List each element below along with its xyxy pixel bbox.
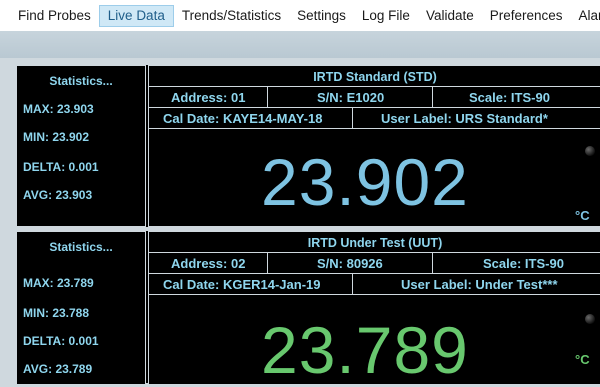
probe-cal-row: Cal Date: KGER14-Jan-19 User Label: Unde… bbox=[149, 273, 600, 294]
status-indicator-icon bbox=[585, 314, 595, 324]
probe-serial: S/N: 80926 bbox=[317, 255, 383, 271]
menu-live-data[interactable]: Live Data bbox=[98, 4, 174, 27]
divider bbox=[352, 108, 353, 128]
temperature-reading: 23.789 bbox=[261, 313, 469, 387]
statistics-box: Statistics... MAX: 23.789 MIN: 23.788 DE… bbox=[16, 231, 146, 384]
probe-panel-std: Statistics... MAX: 23.903 MIN: 23.902 DE… bbox=[16, 65, 600, 227]
stat-max: MAX: 23.789 bbox=[23, 276, 94, 290]
menu-alarms[interactable]: Alarms bbox=[571, 5, 600, 27]
stat-min: MIN: 23.902 bbox=[23, 130, 90, 144]
probe-cal-date: Cal Date: KAYE14-MAY-18 bbox=[163, 110, 323, 126]
statistics-link[interactable]: Statistics... bbox=[17, 74, 145, 88]
live-data-content: Statistics... MAX: 23.903 MIN: 23.902 DE… bbox=[0, 58, 600, 384]
statistics-box: Statistics... MAX: 23.903 MIN: 23.902 DE… bbox=[16, 65, 146, 227]
probe-info-row: Address: 02 S/N: 80926 Scale: ITS-90 bbox=[149, 252, 600, 273]
divider bbox=[432, 87, 433, 107]
toolbar-strip bbox=[0, 31, 600, 59]
divider bbox=[149, 128, 600, 129]
status-indicator-icon bbox=[585, 146, 595, 156]
divider bbox=[149, 294, 600, 295]
menu-bar: Find Probes Live Data Trends/Statistics … bbox=[0, 0, 600, 32]
stat-avg: AVG: 23.903 bbox=[23, 188, 93, 202]
menu-trends-statistics[interactable]: Trends/Statistics bbox=[174, 5, 289, 27]
divider bbox=[432, 253, 433, 273]
probe-title: IRTD Standard (STD) bbox=[313, 70, 437, 84]
divider bbox=[352, 274, 353, 294]
menu-settings[interactable]: Settings bbox=[289, 5, 354, 27]
menu-preferences[interactable]: Preferences bbox=[482, 5, 571, 27]
menu-find-probes[interactable]: Find Probes bbox=[10, 5, 99, 27]
menu-validate[interactable]: Validate bbox=[418, 5, 482, 27]
probe-scale: Scale: ITS-90 bbox=[469, 89, 550, 105]
probe-display: IRTD Standard (STD) Address: 01 S/N: E10… bbox=[148, 65, 600, 227]
probe-address: Address: 01 bbox=[171, 89, 246, 105]
probe-user-label: User Label: URS Standard* bbox=[381, 110, 548, 126]
probe-scale: Scale: ITS-90 bbox=[483, 255, 564, 271]
stat-avg: AVG: 23.789 bbox=[23, 362, 93, 376]
divider bbox=[267, 87, 268, 107]
temperature-unit: °C bbox=[575, 208, 590, 223]
divider bbox=[267, 253, 268, 273]
stat-delta: DELTA: 0.001 bbox=[23, 334, 99, 348]
probe-panel-uut: Statistics... MAX: 23.789 MIN: 23.788 DE… bbox=[16, 231, 600, 384]
stat-min: MIN: 23.788 bbox=[23, 306, 90, 320]
temperature-reading: 23.902 bbox=[261, 145, 469, 219]
probe-info-row: Address: 01 S/N: E1020 Scale: ITS-90 bbox=[149, 86, 600, 107]
menu-log-file[interactable]: Log File bbox=[354, 5, 418, 27]
temperature-unit: °C bbox=[575, 352, 590, 367]
stat-delta: DELTA: 0.001 bbox=[23, 160, 99, 174]
probe-cal-row: Cal Date: KAYE14-MAY-18 User Label: URS … bbox=[149, 107, 600, 128]
probe-title: IRTD Under Test (UUT) bbox=[307, 236, 443, 250]
probe-display: IRTD Under Test (UUT) Address: 02 S/N: 8… bbox=[148, 231, 600, 384]
probe-user-label: User Label: Under Test*** bbox=[401, 276, 558, 292]
probe-serial: S/N: E1020 bbox=[317, 89, 385, 105]
probe-cal-date: Cal Date: KGER14-Jan-19 bbox=[163, 276, 321, 292]
probe-address: Address: 02 bbox=[171, 255, 246, 271]
statistics-link[interactable]: Statistics... bbox=[17, 240, 145, 254]
stat-max: MAX: 23.903 bbox=[23, 102, 94, 116]
